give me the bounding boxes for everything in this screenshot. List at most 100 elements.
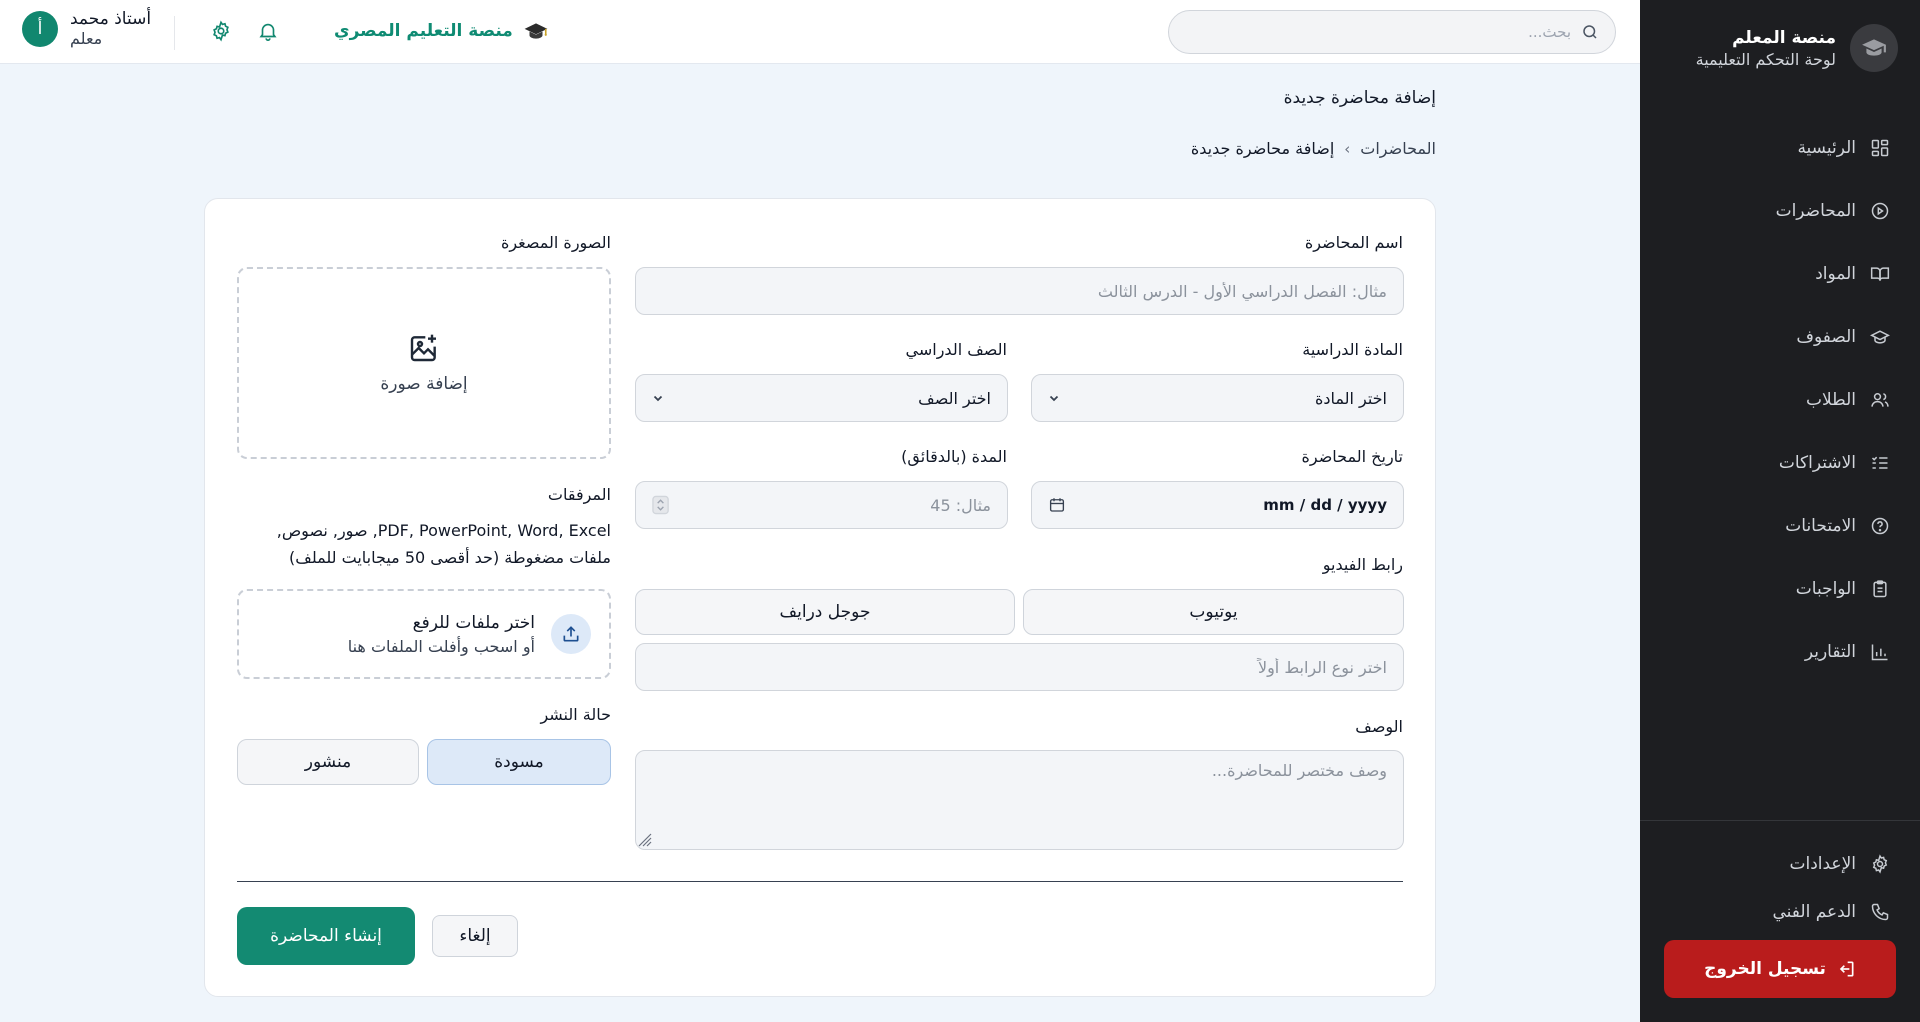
lecture-name-label: اسم المحاضرة (1304, 233, 1403, 252)
description-textarea[interactable] (652, 761, 1387, 839)
sidebar-item-lectures[interactable]: المحاضرات (1670, 179, 1890, 242)
calendar-icon[interactable] (1048, 496, 1066, 514)
sidebar-item-label: الطلاب (1806, 389, 1856, 410)
page-title: إضافة محاضرة جديدة (1283, 88, 1436, 108)
clipboard-icon (1873, 579, 1887, 597)
publish-published-button[interactable]: منشور (237, 739, 419, 785)
list-check-icon (1871, 456, 1888, 469)
logout-label: تسجيل الخروج (1704, 959, 1826, 979)
video-url-input[interactable] (652, 657, 1387, 677)
duration-input[interactable] (669, 495, 991, 515)
sidebar-item-settings[interactable]: الإعدادات (1670, 840, 1890, 888)
image-add-icon (410, 334, 436, 362)
breadcrumb: المحاضرات › إضافة محاضرة جديدة (1191, 139, 1436, 158)
chevron-down-icon (653, 395, 663, 402)
sidebar-nav: الرئيسية المحاضرات المواد الصفوف الطلاب … (1670, 116, 1890, 683)
sidebar-divider (1640, 820, 1920, 821)
play-circle-icon (1871, 202, 1889, 219)
sidebar-item-support[interactable]: الدعم الفني (1670, 888, 1890, 936)
grade-select-value: اختر الصف (918, 388, 991, 408)
book-open-icon (1870, 266, 1890, 281)
duration-field[interactable] (635, 481, 1008, 529)
lecture-name-input[interactable] (652, 281, 1387, 301)
gear-icon (1872, 854, 1888, 874)
sidebar-item-label: المحاضرات (1775, 200, 1856, 221)
user-role: معلم (70, 28, 103, 48)
thumbnail-add-label: إضافة صورة (380, 374, 468, 394)
attachments-dropzone[interactable]: اختر ملفات للرفع أو اسحب وأفلت الملفات ه… (237, 589, 611, 679)
chevron-left-icon: › (1344, 139, 1351, 158)
bar-chart-icon (1871, 644, 1888, 660)
logout-icon (1839, 961, 1854, 977)
lecture-name-field[interactable] (635, 267, 1404, 315)
subject-select-value: اختر المادة (1314, 388, 1387, 408)
sidebar-item-home[interactable]: الرئيسية (1670, 116, 1890, 179)
sidebar-item-students[interactable]: الطلاب (1670, 368, 1890, 431)
publish-draft-button[interactable]: مسودة (427, 739, 611, 785)
resize-handle-icon[interactable] (638, 833, 652, 847)
publish-status-label: حالة النشر (540, 705, 611, 724)
sidebar-item-label: الرئيسية (1797, 137, 1856, 158)
upload-subtitle: أو اسحب وأفلت الملفات هنا (347, 636, 535, 656)
video-type-drive-button[interactable]: جوجل درايف (635, 589, 1015, 635)
thumbnail-dropzone[interactable]: إضافة صورة (237, 267, 611, 459)
video-url-field[interactable] (635, 643, 1404, 691)
sidebar-brand-title: منصة المعلم (1732, 27, 1836, 48)
sidebar-item-subjects[interactable]: المواد (1670, 242, 1890, 305)
sidebar-item-label: الاشتراكات (1778, 452, 1856, 473)
grade-select[interactable]: اختر الصف (635, 374, 1008, 422)
topbar: منصة التعليم المصري أ أستاذ محمد معلم (0, 0, 1640, 64)
video-link-label: رابط الفيديو (1322, 555, 1403, 574)
chevron-down-icon (1049, 395, 1059, 402)
phone-icon (1871, 903, 1889, 921)
number-stepper-icon[interactable] (652, 495, 669, 515)
attachments-hint: PDF, PowerPoint, Word, Excel, صور, نصوص,… (276, 521, 611, 567)
logout-button[interactable]: تسجيل الخروج (1664, 940, 1896, 998)
sidebar-item-homework[interactable]: الواجبات (1670, 557, 1890, 620)
form-divider (237, 881, 1403, 882)
dashboard-grid-icon (1871, 139, 1889, 156)
description-field[interactable] (635, 750, 1404, 850)
search-input[interactable] (1185, 23, 1571, 41)
attachments-label: المرفقات (547, 485, 611, 504)
gear-icon (213, 20, 229, 42)
sidebar: منصة المعلم لوحة التحكم التعليمية الرئيس… (1640, 0, 1920, 1022)
graduation-cap-icon (1870, 329, 1890, 344)
upload-icon (551, 614, 591, 654)
sidebar-item-label: المواد (1815, 263, 1856, 284)
user-name: أستاذ محمد (70, 9, 152, 29)
lecture-date-label: تاريخ المحاضرة (1301, 447, 1404, 466)
sidebar-item-grades[interactable]: الصفوف (1670, 305, 1890, 368)
help-circle-icon (1871, 517, 1889, 534)
sidebar-brand-subtitle: لوحة التحكم التعليمية (1695, 49, 1836, 69)
sidebar-item-reports[interactable]: التقارير (1670, 620, 1890, 683)
subject-select[interactable]: اختر المادة (1031, 374, 1404, 422)
topbar-brand-label: منصة التعليم المصري (334, 21, 513, 41)
create-lecture-button[interactable]: إنشاء المحاضرة (237, 907, 415, 965)
bell-icon (259, 23, 277, 41)
users-icon (1871, 392, 1889, 407)
search-box[interactable] (1168, 10, 1616, 54)
video-type-youtube-button[interactable]: يوتيوب (1023, 589, 1404, 635)
topbar-brand: منصة التعليم المصري (334, 18, 549, 44)
lecture-form-card: اسم المحاضرة المادة الدراسية اختر المادة… (204, 198, 1436, 997)
sidebar-item-label: التقارير (1804, 641, 1856, 662)
cancel-button[interactable]: إلغاء (432, 915, 518, 957)
graduation-cap-icon (524, 23, 548, 39)
sidebar-item-exams[interactable]: الامتحانات (1670, 494, 1890, 557)
sidebar-item-label: الامتحانات (1785, 515, 1856, 536)
upload-title: اختر ملفات للرفع (412, 612, 535, 633)
breadcrumb-lectures-link[interactable]: المحاضرات (1360, 139, 1436, 158)
breadcrumb-current: إضافة محاضرة جديدة (1190, 139, 1335, 158)
topbar-separator (174, 16, 175, 50)
notifications-button[interactable] (255, 20, 279, 44)
duration-label: المدة (بالدقائق) (901, 447, 1007, 466)
sidebar-item-subscriptions[interactable]: الاشتراكات (1670, 431, 1890, 494)
graduation-cap-icon (1850, 24, 1898, 72)
settings-button[interactable] (208, 20, 232, 44)
user-menu[interactable]: أ أستاذ محمد معلم (22, 9, 152, 48)
lecture-date-value: mm / dd / yyyy (1263, 496, 1387, 514)
sidebar-brand: منصة المعلم لوحة التحكم التعليمية (1662, 22, 1898, 74)
lecture-date-input[interactable]: mm / dd / yyyy (1031, 481, 1404, 529)
subject-label: المادة الدراسية (1302, 340, 1403, 359)
